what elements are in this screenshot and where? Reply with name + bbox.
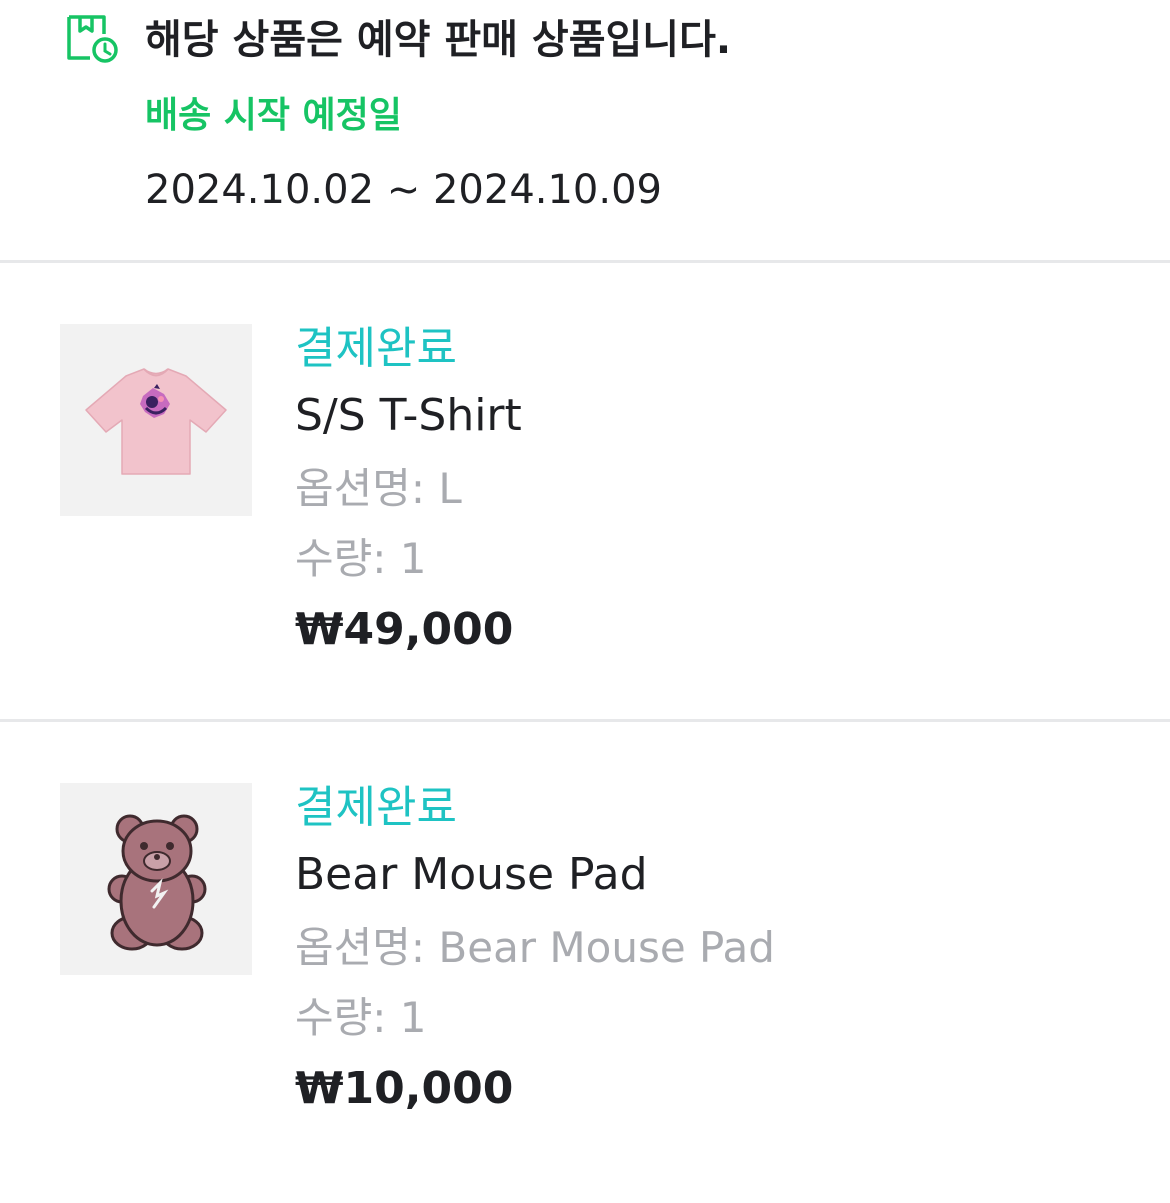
- quantity-label: 수량: 1: [295, 993, 427, 1042]
- ship-start-label: 배송 시작 예정일: [145, 95, 402, 136]
- ship-date-range: 2024.10.02 ~ 2024.10.09: [145, 167, 662, 213]
- order-item-mouse-pad[interactable]: 결제완료 Bear Mouse Pad 옵션명: Bear Mouse Pad …: [0, 783, 1170, 1203]
- product-name[interactable]: Bear Mouse Pad: [295, 849, 648, 901]
- section-divider: [0, 260, 1170, 263]
- price: ₩49,000: [295, 604, 514, 655]
- product-thumbnail-mouse-pad[interactable]: [60, 783, 252, 975]
- product-name[interactable]: S/S T-Shirt: [295, 390, 522, 442]
- preorder-notice: 해당 상품은 예약 판매 상품입니다. 배송 시작 예정일 2024.10.02…: [0, 0, 1170, 262]
- option-label: 옵션명: L: [295, 464, 462, 513]
- price: ₩10,000: [295, 1063, 514, 1114]
- order-item-tshirt[interactable]: 결제완료 S/S T-Shirt 옵션명: L 수량: 1 ₩49,000: [0, 324, 1170, 744]
- payment-status: 결제완료: [295, 782, 457, 833]
- option-label: 옵션명: Bear Mouse Pad: [295, 923, 775, 972]
- preorder-title: 해당 상품은 예약 판매 상품입니다.: [145, 17, 732, 63]
- payment-status: 결제완료: [295, 323, 457, 374]
- product-thumbnail-tshirt[interactable]: [60, 324, 252, 516]
- section-divider: [0, 719, 1170, 722]
- box-clock-icon: [66, 14, 120, 64]
- quantity-label: 수량: 1: [295, 534, 427, 583]
